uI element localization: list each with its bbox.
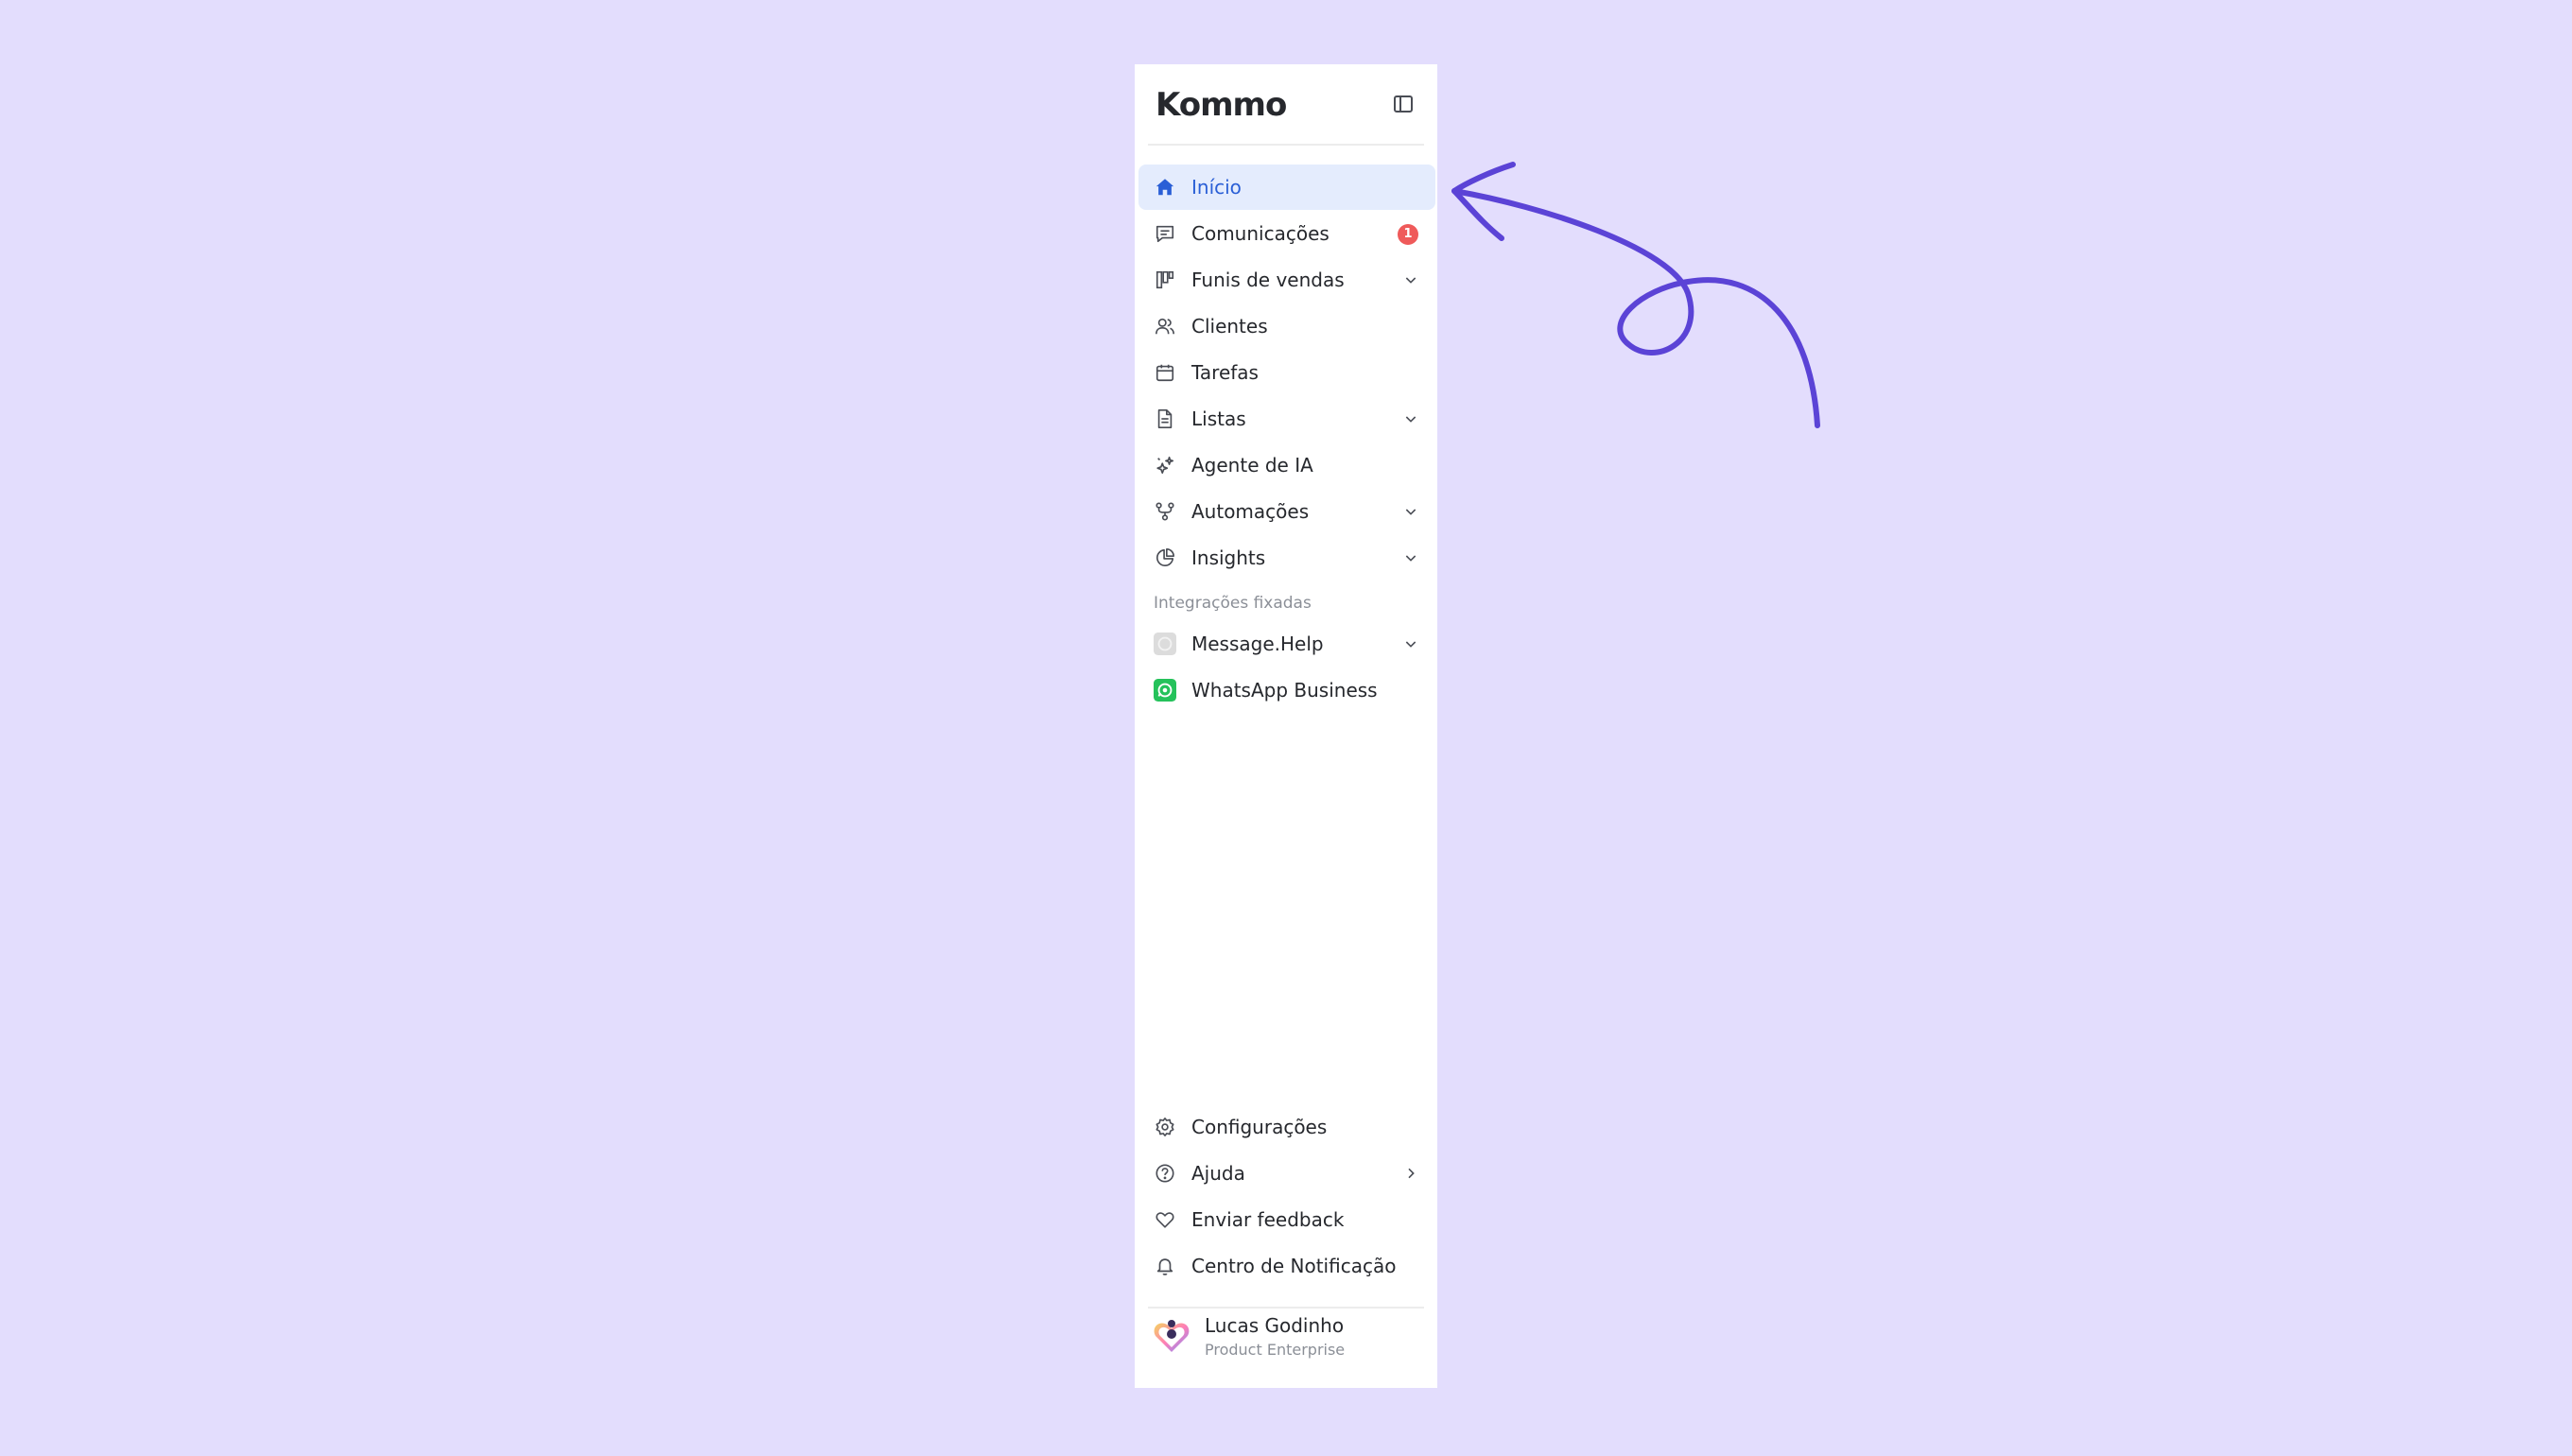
document-icon xyxy=(1154,407,1176,430)
nav-item-insights[interactable]: Insights xyxy=(1138,535,1435,581)
logo-row: Kommo xyxy=(1135,64,1437,144)
nav-item-whatsapp-business[interactable]: WhatsApp Business xyxy=(1138,667,1435,713)
chevron-right-icon[interactable] xyxy=(1401,1164,1420,1183)
chevron-down-icon[interactable] xyxy=(1401,634,1420,653)
message-help-icon xyxy=(1154,633,1176,655)
nav-label: Início xyxy=(1191,176,1242,199)
home-icon xyxy=(1154,176,1176,199)
user-profile[interactable]: Lucas Godinho Product Enterprise xyxy=(1135,1307,1437,1382)
pipeline-icon xyxy=(1154,269,1176,291)
users-icon xyxy=(1154,315,1176,338)
sidebar: Kommo Início Comunicações 1 Funis de ven… xyxy=(1135,64,1437,1388)
nav-item-configuracoes[interactable]: Configurações xyxy=(1138,1104,1435,1150)
chevron-down-icon[interactable] xyxy=(1401,409,1420,428)
annotation-arrow xyxy=(1451,162,1820,428)
chevron-down-icon[interactable] xyxy=(1401,502,1420,521)
nav-item-ajuda[interactable]: Ajuda xyxy=(1138,1151,1435,1196)
calendar-icon xyxy=(1154,361,1176,384)
chevron-down-icon[interactable] xyxy=(1401,270,1420,289)
nav-label: Configurações xyxy=(1191,1116,1328,1138)
nav-item-message-help[interactable]: Message.Help xyxy=(1138,621,1435,667)
sidebar-collapse-icon xyxy=(1394,95,1413,113)
nav-label: Insights xyxy=(1191,546,1266,569)
integrations-section-label: Integrações fixadas xyxy=(1154,594,1312,613)
nav-label: Funis de vendas xyxy=(1191,269,1345,291)
sparkles-icon xyxy=(1154,454,1176,477)
automation-icon xyxy=(1154,500,1176,523)
sidebar-collapse-button[interactable] xyxy=(1388,89,1418,119)
nav-item-comunicacoes[interactable]: Comunicações 1 xyxy=(1138,211,1435,256)
nav-item-inicio[interactable]: Início xyxy=(1138,165,1435,210)
nav-item-centro-de-notificacao[interactable]: Centro de Notificação xyxy=(1138,1243,1435,1289)
nav-item-tarefas[interactable]: Tarefas xyxy=(1138,350,1435,395)
nav-label: Enviar feedback xyxy=(1191,1208,1345,1231)
bell-icon xyxy=(1154,1255,1176,1277)
whatsapp-icon xyxy=(1154,679,1176,702)
nav-label: Centro de Notificação xyxy=(1191,1255,1397,1277)
nav-item-agente-de-ia[interactable]: Agente de IA xyxy=(1138,442,1435,488)
divider xyxy=(1148,144,1424,146)
avatar xyxy=(1154,1320,1190,1352)
nav-label: WhatsApp Business xyxy=(1191,679,1378,702)
chat-icon xyxy=(1154,222,1176,245)
user-plan: Product Enterprise xyxy=(1205,1341,1346,1359)
nav-label: Listas xyxy=(1191,407,1246,430)
svg-text:Kommo: Kommo xyxy=(1156,86,1286,124)
nav-label: Message.Help xyxy=(1191,633,1324,655)
nav-item-clientes[interactable]: Clientes xyxy=(1138,303,1435,349)
nav-label: Agente de IA xyxy=(1191,454,1313,477)
nav-item-automacoes[interactable]: Automações xyxy=(1138,489,1435,534)
gear-icon xyxy=(1154,1116,1176,1138)
nav-label: Tarefas xyxy=(1191,361,1259,384)
chevron-down-icon[interactable] xyxy=(1401,548,1420,567)
kommo-logo: Kommo xyxy=(1156,86,1287,124)
nav-item-enviar-feedback[interactable]: Enviar feedback xyxy=(1138,1197,1435,1242)
notification-badge: 1 xyxy=(1398,224,1418,245)
nav-label: Comunicações xyxy=(1191,222,1329,245)
user-name: Lucas Godinho xyxy=(1205,1314,1345,1337)
pie-chart-icon xyxy=(1154,546,1176,569)
help-circle-icon xyxy=(1154,1162,1176,1185)
nav-item-listas[interactable]: Listas xyxy=(1138,396,1435,442)
nav-label: Clientes xyxy=(1191,315,1268,338)
nav-label: Automações xyxy=(1191,500,1310,523)
heart-icon xyxy=(1154,1208,1176,1231)
nav-item-funis-de-vendas[interactable]: Funis de vendas xyxy=(1138,257,1435,303)
nav-label: Ajuda xyxy=(1191,1162,1245,1185)
